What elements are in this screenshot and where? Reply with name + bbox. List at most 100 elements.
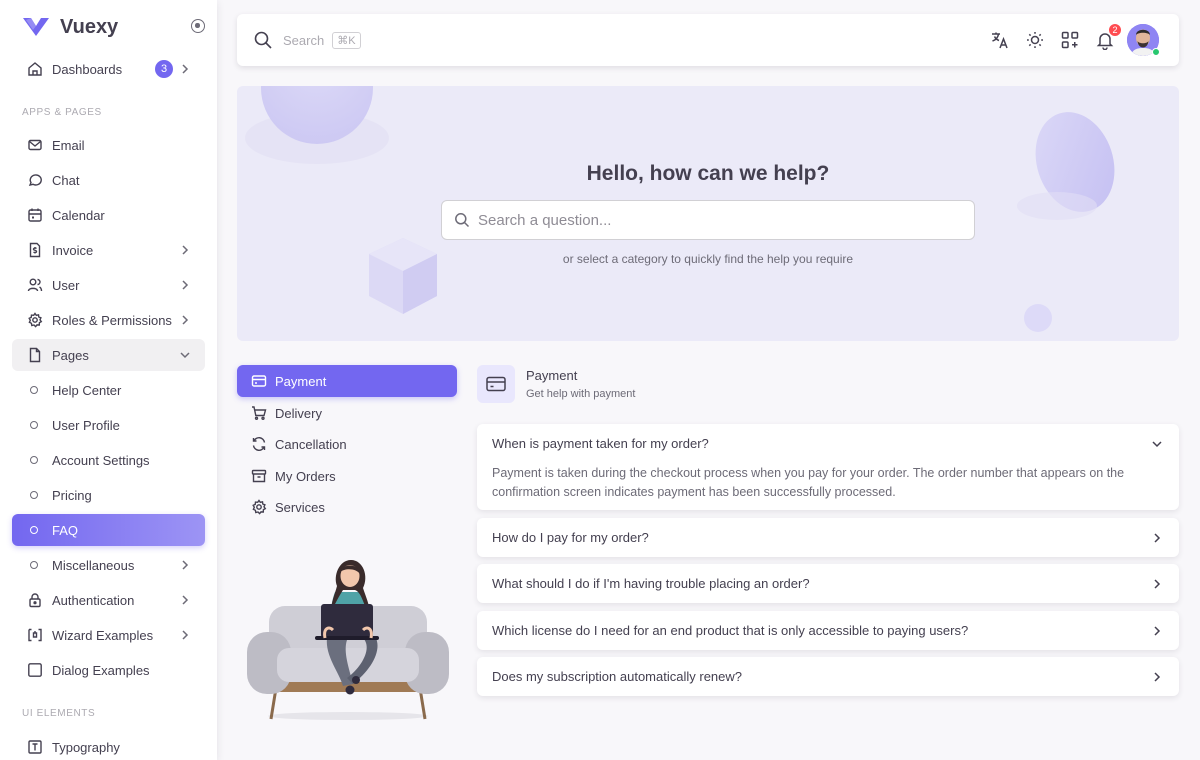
sidebar-subitem-faq[interactable]: FAQ bbox=[12, 514, 205, 546]
credit-card-icon bbox=[486, 376, 506, 392]
invoice-icon bbox=[26, 241, 44, 259]
chevron-right-icon bbox=[179, 594, 191, 606]
shortcuts-icon[interactable] bbox=[1059, 29, 1081, 51]
sidebar-subitem-user-profile[interactable]: User Profile bbox=[12, 409, 205, 441]
typography-icon bbox=[26, 738, 44, 756]
category-label: Services bbox=[275, 499, 325, 515]
faq-question[interactable]: How do I pay for my order? bbox=[492, 530, 649, 545]
wizard-icon bbox=[26, 626, 44, 644]
sidebar-item-label: User bbox=[52, 277, 80, 293]
sidebar-item-label: Authentication bbox=[52, 592, 135, 608]
notification-badge: 2 bbox=[1108, 23, 1122, 37]
sidebar-item-pages[interactable]: Pages bbox=[12, 339, 205, 371]
online-status-dot bbox=[1152, 48, 1160, 56]
chevron-right-icon bbox=[179, 559, 191, 571]
sidebar-item-label: User Profile bbox=[52, 417, 120, 433]
sidebar-item-authentication[interactable]: Authentication bbox=[12, 584, 205, 616]
category-label: Payment bbox=[275, 373, 327, 389]
sidebar-item-typography[interactable]: Typography bbox=[12, 731, 205, 760]
question-search-input[interactable] bbox=[478, 211, 958, 229]
sidebar-item-dashboards[interactable]: Dashboards 3 bbox=[12, 53, 205, 85]
sidebar-item-label: Pricing bbox=[52, 487, 92, 503]
translate-icon[interactable] bbox=[989, 29, 1011, 51]
help-hero: Hello, how can we help? or select a cate… bbox=[237, 86, 1179, 341]
bell-icon[interactable]: 2 bbox=[1094, 23, 1122, 51]
brand-name: Vuexy bbox=[60, 15, 119, 38]
sidebar-item-user[interactable]: User bbox=[12, 269, 205, 301]
circle-bullet-icon bbox=[30, 561, 38, 569]
circle-bullet-icon bbox=[30, 526, 38, 534]
chevron-right-icon[interactable] bbox=[1151, 625, 1163, 637]
search-shortcut: ⌘K bbox=[332, 31, 361, 49]
chevron-right-icon bbox=[179, 279, 191, 291]
file-icon bbox=[26, 346, 44, 364]
credit-card-icon bbox=[251, 373, 267, 389]
chevron-right-icon bbox=[179, 244, 191, 256]
faq-item[interactable]: What should I do if I'm having trouble p… bbox=[477, 564, 1179, 603]
chevron-right-icon[interactable] bbox=[1151, 578, 1163, 590]
faq-answer: Payment is taken during the checkout pro… bbox=[492, 466, 1125, 499]
sidebar-item-label: Pages bbox=[52, 347, 89, 363]
sidebar-item-label: Invoice bbox=[52, 242, 94, 258]
chevron-down-icon[interactable] bbox=[1151, 438, 1163, 450]
sidebar-item-label: Email bbox=[52, 137, 85, 153]
category-payment[interactable]: Payment bbox=[237, 365, 457, 397]
sidebar-item-label: Account Settings bbox=[52, 452, 150, 468]
section-heading-ui-elements: UI ELEMENTS bbox=[22, 708, 96, 719]
sidebar-item-email[interactable]: Email bbox=[12, 129, 205, 161]
chevron-right-icon[interactable] bbox=[1151, 532, 1163, 544]
sidebar-item-roles-permissions[interactable]: Roles & Permissions bbox=[12, 304, 205, 336]
sidebar-item-label: Dialog Examples bbox=[52, 662, 150, 678]
chevron-right-icon[interactable] bbox=[1151, 671, 1163, 683]
category-label: My Orders bbox=[275, 468, 336, 484]
chat-icon bbox=[26, 171, 44, 189]
sidebar-item-dialog-examples[interactable]: Dialog Examples bbox=[12, 654, 205, 686]
sidebar-item-label: Roles & Permissions bbox=[52, 312, 172, 328]
faq-question[interactable]: Which license do I need for an end produ… bbox=[492, 623, 968, 638]
sidebar-subitem-account-settings[interactable]: Account Settings bbox=[12, 444, 205, 476]
faq-category-subtitle: Get help with payment bbox=[526, 388, 636, 400]
faq-item[interactable]: Which license do I need for an end produ… bbox=[477, 611, 1179, 650]
sidebar-item-chat[interactable]: Chat bbox=[12, 164, 205, 196]
faq-question[interactable]: Does my subscription automatically renew… bbox=[492, 669, 742, 684]
sidebar-item-invoice[interactable]: Invoice bbox=[12, 234, 205, 266]
question-search[interactable] bbox=[441, 200, 975, 240]
sidebar-item-label: Calendar bbox=[52, 207, 105, 223]
sitting-girl-illustration bbox=[247, 560, 449, 720]
top-navbar: Search ⌘K 2 bbox=[237, 14, 1179, 66]
category-delivery[interactable]: Delivery bbox=[237, 397, 457, 429]
category-cancellation[interactable]: Cancellation bbox=[237, 428, 457, 460]
sidebar-subitem-miscellaneous[interactable]: Miscellaneous bbox=[12, 549, 205, 581]
section-heading-apps: APPS & PAGES bbox=[22, 107, 102, 118]
faq-item-expanded[interactable]: When is payment taken for my order? Paym… bbox=[477, 424, 1179, 510]
circle-bullet-icon bbox=[30, 386, 38, 394]
sun-icon[interactable] bbox=[1024, 29, 1046, 51]
faq-question[interactable]: When is payment taken for my order? bbox=[492, 436, 709, 451]
dashboards-badge: 3 bbox=[155, 60, 173, 78]
global-search-label: Search bbox=[283, 32, 325, 48]
settings-icon bbox=[26, 311, 44, 329]
settings-icon bbox=[251, 499, 267, 515]
chevron-right-icon bbox=[179, 314, 191, 326]
sidebar-subitem-help-center[interactable]: Help Center bbox=[12, 374, 205, 406]
sidebar-item-label: Wizard Examples bbox=[52, 627, 154, 643]
brand[interactable]: Vuexy bbox=[22, 14, 118, 40]
sidebar-item-calendar[interactable]: Calendar bbox=[12, 199, 205, 231]
square-icon bbox=[26, 661, 44, 679]
sidebar-subitem-pricing[interactable]: Pricing bbox=[12, 479, 205, 511]
global-search[interactable]: Search ⌘K bbox=[253, 30, 361, 50]
category-my-orders[interactable]: My Orders bbox=[237, 460, 457, 492]
circle-bullet-icon bbox=[30, 491, 38, 499]
chevron-right-icon bbox=[179, 63, 191, 75]
sidebar-item-label: Dashboards bbox=[52, 61, 123, 77]
faq-question[interactable]: What should I do if I'm having trouble p… bbox=[492, 576, 810, 591]
sidebar-item-label: Chat bbox=[52, 172, 80, 188]
calendar-icon bbox=[26, 206, 44, 224]
faq-item[interactable]: How do I pay for my order? bbox=[477, 518, 1179, 557]
collapse-menu-icon[interactable] bbox=[191, 19, 205, 33]
sidebar-item-wizard-examples[interactable]: Wizard Examples bbox=[12, 619, 205, 651]
hero-title: Hello, how can we help? bbox=[586, 162, 830, 185]
chevron-right-icon bbox=[179, 629, 191, 641]
category-services[interactable]: Services bbox=[237, 491, 457, 523]
faq-item[interactable]: Does my subscription automatically renew… bbox=[477, 657, 1179, 696]
